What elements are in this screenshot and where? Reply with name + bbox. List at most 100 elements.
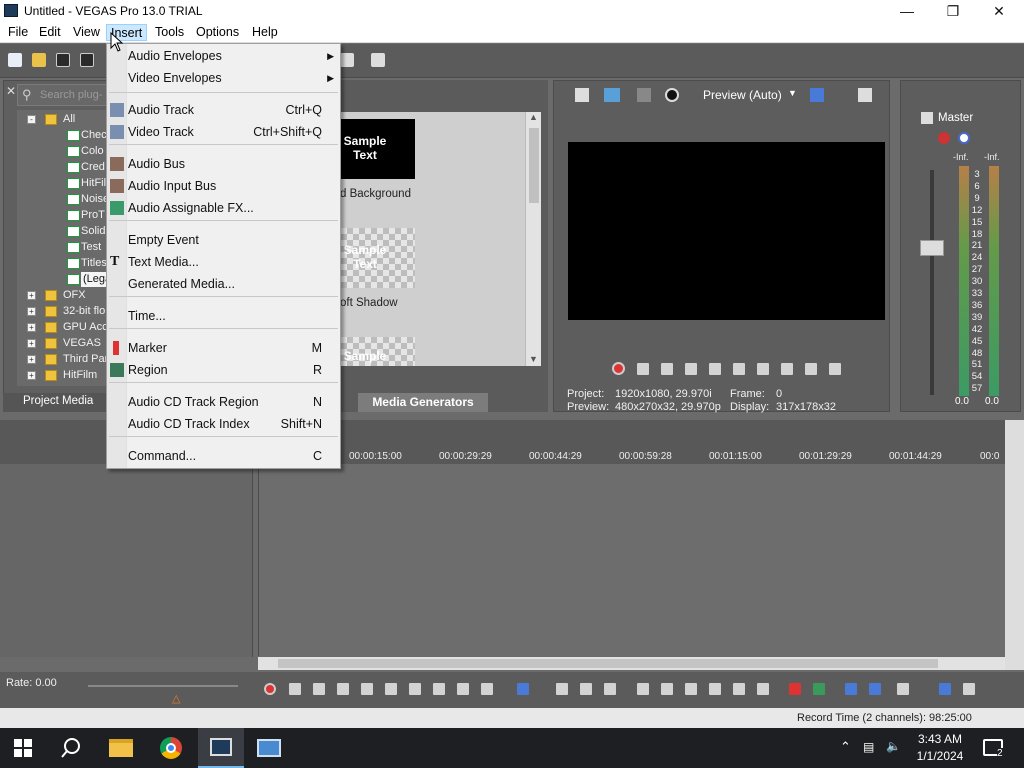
tree-item[interactable]: +32-bit flo (17, 304, 110, 319)
menu-tools[interactable]: Tools (151, 24, 188, 41)
timeline-go-end-icon[interactable] (433, 683, 445, 695)
menu-item-text-media[interactable]: T Text Media... (107, 251, 340, 273)
start-button[interactable] (0, 728, 46, 768)
rate-slider[interactable] (88, 685, 238, 687)
menu-help[interactable]: Help (248, 24, 282, 41)
remote-desktop-button[interactable] (246, 728, 292, 768)
timeline-record-icon[interactable] (264, 683, 276, 695)
split-icon[interactable] (733, 683, 745, 695)
loop-icon[interactable] (637, 363, 649, 375)
go-to-end-icon[interactable] (781, 363, 793, 375)
trim-end-icon[interactable] (709, 683, 721, 695)
network-icon[interactable]: ▤ (863, 740, 874, 754)
generator-preset-thumbnail[interactable]: Sample Text (335, 119, 415, 179)
maximize-button[interactable]: ❐ (930, 0, 976, 22)
preview-quality-dropdown[interactable]: Preview (Auto) (703, 88, 782, 102)
go-to-start-icon[interactable] (757, 363, 769, 375)
clock-time[interactable]: 3:43 AM (916, 732, 964, 746)
zoom-tool-icon[interactable] (604, 683, 616, 695)
selection-tool-icon[interactable] (580, 683, 592, 695)
auto-crossfade-icon[interactable] (869, 683, 881, 695)
record-icon[interactable] (612, 362, 625, 375)
tree-item[interactable]: + GPU Acce (17, 320, 110, 335)
pin-icon[interactable] (371, 53, 385, 67)
fx-icon[interactable] (938, 132, 950, 144)
open-icon[interactable] (32, 53, 46, 67)
tree-item[interactable]: + Third Par (17, 352, 110, 367)
tab-project-media[interactable]: Project Media (23, 395, 93, 407)
menu-edit[interactable]: Edit (35, 24, 65, 41)
menu-item-region[interactable]: Region R (107, 359, 340, 381)
close-panel-icon[interactable]: ✕ (6, 84, 16, 104)
menu-item-audio-track[interactable]: Audio Track Ctrl+Q (107, 99, 340, 121)
tab-media-generators[interactable]: Media Generators (358, 393, 488, 412)
save-icon[interactable] (56, 53, 70, 67)
timeline-prev-frame-icon[interactable] (457, 683, 469, 695)
volume-muted-icon[interactable]: 🔈 (886, 739, 901, 753)
edit-tool-icon[interactable] (517, 683, 529, 695)
lock-icon[interactable] (757, 683, 769, 695)
ignore-grouping-icon[interactable] (963, 683, 975, 695)
menu-item-audio-assignable-fx[interactable]: Audio Assignable FX... (107, 197, 340, 219)
search-taskbar-button[interactable] (48, 728, 94, 768)
preview-properties-icon[interactable] (575, 88, 589, 102)
snapping-icon[interactable] (845, 683, 857, 695)
generator-preset-thumbnail[interactable]: Sample Text (335, 228, 415, 288)
save-as-icon[interactable] (80, 53, 94, 67)
timeline-vscrollbar[interactable] (1005, 420, 1024, 670)
pencil-icon[interactable] (340, 53, 354, 67)
menu-view[interactable]: View (69, 24, 104, 41)
timeline-hscrollbar[interactable] (258, 657, 1024, 670)
tree-item[interactable]: Solid (17, 224, 110, 239)
tree-item[interactable]: - All (17, 112, 110, 127)
menu-item-video-envelopes[interactable]: Video Envelopes ▶ (107, 67, 340, 89)
expand-icon[interactable]: + (27, 307, 36, 316)
expand-icon[interactable]: + (27, 371, 36, 380)
delete-icon[interactable] (637, 683, 649, 695)
timeline-next-frame-icon[interactable] (481, 683, 493, 695)
split-screen-icon[interactable] (637, 88, 651, 102)
menu-item-time[interactable]: Time... (107, 305, 340, 327)
external-monitor-icon[interactable] (604, 88, 620, 102)
menu-item-marker[interactable]: Marker M (107, 337, 340, 359)
hscroll-thumb[interactable] (278, 659, 938, 668)
tree-item[interactable]: ProT (17, 208, 110, 223)
menu-file[interactable]: File (4, 24, 32, 41)
expand-icon[interactable]: + (27, 355, 36, 364)
menu-item-video-track[interactable]: Video Track Ctrl+Shift+Q (107, 121, 340, 143)
minimize-button[interactable]: — (884, 0, 930, 22)
tree-item[interactable]: Noise (17, 192, 110, 207)
stop-icon[interactable] (733, 363, 745, 375)
trim-start-icon[interactable] (685, 683, 697, 695)
copy-snapshot-icon[interactable] (858, 88, 872, 102)
scroll-thumb[interactable] (529, 128, 539, 203)
expand-icon[interactable]: + (27, 339, 36, 348)
play-from-start-icon[interactable] (661, 363, 673, 375)
menu-item-audio-envelopes[interactable]: Audio Envelopes ▶ (107, 45, 340, 67)
menu-item-audio-cd-track-region[interactable]: Audio CD Track Region N (107, 391, 340, 413)
expand-icon[interactable]: + (27, 291, 36, 300)
clock-date[interactable]: 1/1/2024 (916, 749, 964, 763)
menu-item-audio-cd-track-index[interactable]: Audio CD Track Index Shift+N (107, 413, 340, 435)
tree-item[interactable]: Test (17, 240, 110, 255)
insert-region-icon[interactable] (813, 683, 825, 695)
menu-options[interactable]: Options (192, 24, 243, 41)
close-button[interactable]: ✕ (976, 0, 1022, 22)
menu-item-command[interactable]: Command... C (107, 445, 340, 467)
scroll-up-icon[interactable]: ▲ (529, 112, 538, 122)
timeline-loop-icon[interactable] (289, 683, 301, 695)
tree-item[interactable]: Colo (17, 144, 110, 159)
master-fader-handle[interactable] (920, 240, 944, 256)
chevron-down-icon[interactable]: ▼ (788, 88, 797, 98)
trim-icon[interactable] (661, 683, 673, 695)
timeline-play-icon[interactable] (337, 683, 349, 695)
next-frame-icon[interactable] (829, 363, 841, 375)
tree-item[interactable]: Cred (17, 160, 110, 175)
chevron-up-icon[interactable]: ⌃ (840, 739, 851, 755)
previous-frame-icon[interactable] (805, 363, 817, 375)
plugin-tree[interactable]: - All Chec Colo Cred HitFil Noise ProT Solid Test… (17, 110, 110, 386)
tree-item[interactable]: + HitFilm (17, 368, 110, 383)
generator-preset-thumbnail[interactable]: Sample (335, 337, 415, 366)
timeline-play-from-start-icon[interactable] (313, 683, 325, 695)
vegas-taskbar-button[interactable] (198, 728, 244, 768)
